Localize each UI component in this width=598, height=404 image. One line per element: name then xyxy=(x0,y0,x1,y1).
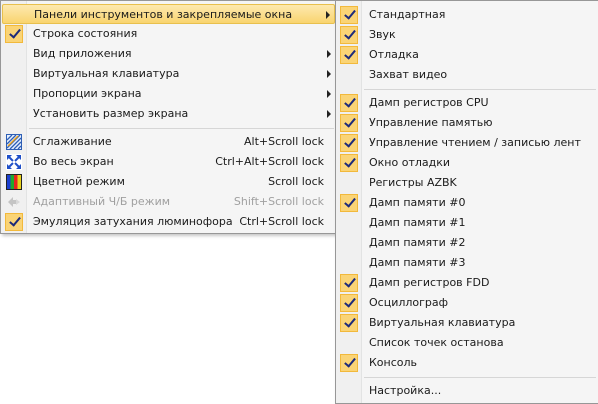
submenu-arrow-icon xyxy=(327,70,331,78)
submenu-item-azbk-registers[interactable]: Регистры AZBK xyxy=(337,173,597,193)
submenu-item-oscilloscope[interactable]: Осциллограф xyxy=(337,293,597,313)
menu-item-label: Регистры AZBK xyxy=(369,176,457,189)
menu-item-label: Адаптивный Ч/Б режим xyxy=(33,195,171,208)
menu-item-label: Управление чтением / записью лент xyxy=(369,136,581,149)
menu-item-screen-aspect[interactable]: Пропорции экрана xyxy=(2,84,335,104)
submenu-item-video-capture[interactable]: Захват видео xyxy=(337,65,597,85)
menu-item-virtual-keyboard[interactable]: Виртуальная клавиатура xyxy=(2,64,335,84)
menu-item-label: Сглаживание xyxy=(33,135,112,148)
submenu-item-virtual-keyboard[interactable]: Виртуальная клавиатура xyxy=(337,313,597,333)
menu-item-label: Звук xyxy=(369,28,396,41)
view-menu: Панели инструментов и закрепляемые окна … xyxy=(0,0,337,234)
menu-item-label: Дамп памяти #0 xyxy=(369,196,466,209)
checkmark-icon xyxy=(340,154,358,172)
menu-item-label: Вид приложения xyxy=(33,47,132,60)
menu-separator xyxy=(364,377,596,378)
menu-item-label: Настройка... xyxy=(369,384,442,397)
shortcut-text: Alt+Scroll lock xyxy=(244,135,324,148)
menu-item-label: Строка состояния xyxy=(33,27,138,40)
checkmark-icon xyxy=(340,6,358,24)
adaptive-bw-icon xyxy=(6,194,22,210)
fullscreen-icon xyxy=(6,154,22,170)
submenu-item-breakpoints-list[interactable]: Список точек останова xyxy=(337,333,597,353)
menu-item-label: Панели инструментов и закрепляемые окна xyxy=(34,8,293,21)
submenu-item-memory-dump-0[interactable]: Дамп памяти #0 xyxy=(337,193,597,213)
submenu-item-memory-dump-2[interactable]: Дамп памяти #2 xyxy=(337,233,597,253)
checkmark-icon xyxy=(340,114,358,132)
menu-separator xyxy=(364,89,596,90)
submenu-arrow-icon xyxy=(327,110,331,118)
submenu-item-fdd-registers[interactable]: Дамп регистров FDD xyxy=(337,273,597,293)
toolbars-submenu: Стандартная Звук Отладка Захват видео Да… xyxy=(335,0,598,404)
menu-item-status-bar[interactable]: Строка состояния xyxy=(2,24,335,44)
menu-item-adaptive-bw[interactable]: Адаптивный Ч/Б режим Shift+Scroll lock xyxy=(2,192,335,212)
menu-item-phosphor-decay[interactable]: Эмуляция затухания люминофора Ctrl+Scrol… xyxy=(2,212,335,232)
submenu-arrow-icon xyxy=(326,11,330,19)
menu-item-label: Стандартная xyxy=(369,8,446,21)
menu-item-label: Захват видео xyxy=(369,68,448,81)
menu-item-label: Пропорции экрана xyxy=(33,87,142,100)
submenu-arrow-icon xyxy=(327,50,331,58)
checkmark-icon xyxy=(340,314,358,332)
checkmark-icon xyxy=(340,354,358,372)
checkmark-icon xyxy=(340,294,358,312)
submenu-item-customize[interactable]: Настройка... xyxy=(337,381,597,401)
submenu-item-standard[interactable]: Стандартная xyxy=(337,5,597,25)
submenu-item-debug-window[interactable]: Окно отладки xyxy=(337,153,597,173)
color-mode-icon xyxy=(6,174,22,190)
checkmark-icon xyxy=(340,194,358,212)
menu-item-label: Установить размер экрана xyxy=(33,107,189,120)
menu-item-label: Дамп памяти #1 xyxy=(369,216,466,229)
menu-item-label: Окно отладки xyxy=(369,156,451,169)
submenu-item-memory-dump-1[interactable]: Дамп памяти #1 xyxy=(337,213,597,233)
checkmark-icon xyxy=(5,25,23,43)
submenu-item-sound[interactable]: Звук xyxy=(337,25,597,45)
shortcut-text: Shift+Scroll lock xyxy=(233,195,324,208)
submenu-arrow-icon xyxy=(327,90,331,98)
menu-item-label: Дамп памяти #2 xyxy=(369,236,466,249)
menu-item-toolbars-and-docking-windows[interactable]: Панели инструментов и закрепляемые окна xyxy=(2,4,335,24)
menu-item-label: Осциллограф xyxy=(369,296,449,309)
shortcut-text: Scroll lock xyxy=(268,175,324,188)
checkmark-icon xyxy=(5,213,23,231)
menu-item-fullscreen[interactable]: Во весь экран Ctrl+Alt+Scroll lock xyxy=(2,152,335,172)
submenu-item-memory-dump-3[interactable]: Дамп памяти #3 xyxy=(337,253,597,273)
menu-item-label: Цветной режим xyxy=(33,175,125,188)
menu-item-label: Виртуальная клавиатура xyxy=(369,316,516,329)
smoothing-icon xyxy=(6,134,22,150)
menu-item-color-mode[interactable]: Цветной режим Scroll lock xyxy=(2,172,335,192)
checkmark-icon xyxy=(340,94,358,112)
menu-item-label: Дамп памяти #3 xyxy=(369,256,466,269)
submenu-item-console[interactable]: Консоль xyxy=(337,353,597,373)
menu-separator xyxy=(29,128,334,129)
submenu-item-debug[interactable]: Отладка xyxy=(337,45,597,65)
menu-item-app-view[interactable]: Вид приложения xyxy=(2,44,335,64)
menu-item-label: Отладка xyxy=(369,48,419,61)
checkmark-icon xyxy=(340,46,358,64)
menu-item-label: Дамп регистров FDD xyxy=(369,276,490,289)
submenu-item-cpu-registers[interactable]: Дамп регистров CPU xyxy=(337,93,597,113)
menu-item-label: Дамп регистров CPU xyxy=(369,96,489,109)
shortcut-text: Ctrl+Alt+Scroll lock xyxy=(215,155,324,168)
menu-item-label: Виртуальная клавиатура xyxy=(33,67,180,80)
checkmark-icon xyxy=(340,274,358,292)
menu-item-smoothing[interactable]: Сглаживание Alt+Scroll lock xyxy=(2,132,335,152)
checkmark-icon xyxy=(340,26,358,44)
shortcut-text: Ctrl+Scroll lock xyxy=(239,215,324,228)
menu-item-set-screen-size[interactable]: Установить размер экрана xyxy=(2,104,335,124)
checkmark-icon xyxy=(340,134,358,152)
submenu-item-memory-control[interactable]: Управление памятью xyxy=(337,113,597,133)
menu-item-label: Эмуляция затухания люминофора xyxy=(33,215,233,228)
menu-item-label: Консоль xyxy=(369,356,418,369)
menu-item-label: Управление памятью xyxy=(369,116,493,129)
submenu-item-tape-control[interactable]: Управление чтением / записью лент xyxy=(337,133,597,153)
menu-item-label: Список точек останова xyxy=(369,336,504,349)
menu-item-label: Во весь экран xyxy=(33,155,114,168)
